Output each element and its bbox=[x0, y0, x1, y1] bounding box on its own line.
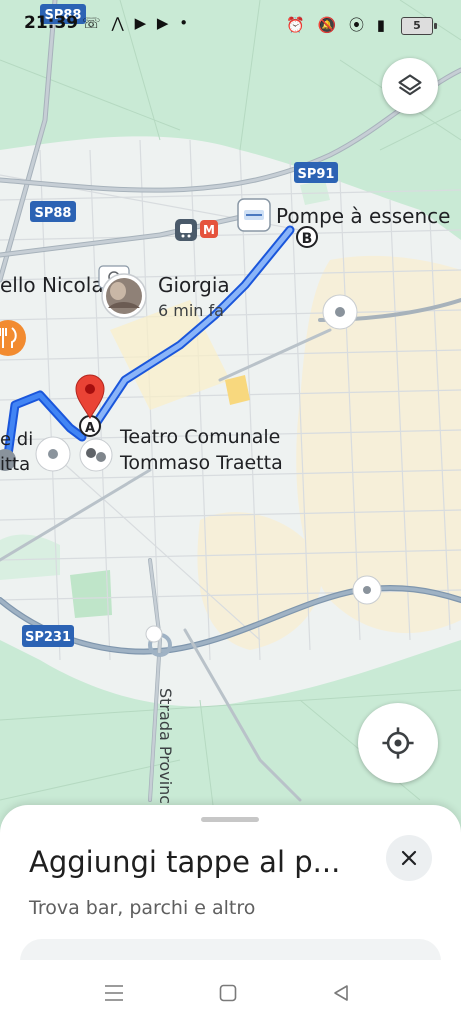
nav-home-button[interactable] bbox=[213, 978, 243, 1008]
theatre-label-line2[interactable]: Tommaso Traetta bbox=[119, 452, 283, 474]
battery-icon: 5 bbox=[401, 17, 437, 35]
layers-button[interactable] bbox=[382, 58, 438, 114]
poi-circle-icon[interactable] bbox=[352, 575, 382, 605]
place-label-partial[interactable]: ello Nicola bbox=[0, 273, 104, 297]
home-icon bbox=[219, 984, 237, 1002]
status-time: 21:39 bbox=[24, 13, 79, 33]
gas-station-pin[interactable] bbox=[237, 198, 271, 232]
svg-text:SP91: SP91 bbox=[298, 167, 335, 182]
my-location-button[interactable] bbox=[358, 703, 438, 783]
layers-icon bbox=[398, 74, 422, 96]
contact-time-label: 6 min fa bbox=[158, 301, 224, 320]
svg-text:M: M bbox=[203, 223, 215, 237]
poi-circle-icon[interactable] bbox=[322, 294, 358, 330]
theatre-label-line1[interactable]: Teatro Comunale bbox=[119, 426, 280, 448]
train-station-icon[interactable] bbox=[175, 219, 197, 241]
poi-circle-icon[interactable] bbox=[35, 436, 71, 472]
status-system-icons: ⏰ 🔕 ⦿ ▮ bbox=[286, 16, 389, 34]
my-location-icon bbox=[382, 727, 414, 759]
back-icon bbox=[334, 985, 348, 1001]
svg-text:A: A bbox=[85, 421, 95, 436]
contact-name-label[interactable]: Giorgia bbox=[158, 273, 230, 297]
status-bar: 21:39 ☏ ⋀ ▶ ▶ • ⏰ 🔕 ⦿ ▮ 5 bbox=[0, 0, 461, 52]
system-nav-bar bbox=[0, 960, 461, 1024]
nav-back-button[interactable] bbox=[326, 978, 356, 1008]
theatre-icon[interactable] bbox=[79, 438, 113, 472]
svg-text:SP231: SP231 bbox=[25, 630, 71, 645]
svg-text:B: B bbox=[302, 231, 313, 247]
place-label-partial-3[interactable]: itta bbox=[0, 454, 30, 475]
sheet-subtitle: Trova bar, parchi e altro bbox=[29, 897, 256, 919]
menu-icon bbox=[105, 985, 123, 1001]
svg-text:SP88: SP88 bbox=[35, 206, 72, 221]
nav-menu-button[interactable] bbox=[99, 978, 129, 1008]
road-shield-sp231: SP231 bbox=[22, 625, 74, 647]
route-end-marker[interactable]: B bbox=[296, 226, 318, 248]
close-icon bbox=[401, 850, 417, 866]
poi-circle-icon[interactable] bbox=[145, 625, 163, 643]
status-notification-icons: ☏ ⋀ ▶ ▶ • bbox=[82, 14, 192, 32]
destination-label[interactable]: Pompe à essence bbox=[276, 204, 450, 228]
sheet-title: Aggiungi tappe al p... bbox=[29, 845, 341, 879]
road-shield-sp88: SP88 bbox=[30, 201, 76, 222]
drag-handle[interactable] bbox=[201, 817, 259, 822]
close-button[interactable] bbox=[386, 835, 432, 881]
road-shield-sp91: SP91 bbox=[294, 162, 338, 183]
metro-icon[interactable]: M bbox=[200, 220, 218, 238]
contact-avatar[interactable] bbox=[101, 273, 147, 319]
route-start-marker[interactable]: A bbox=[79, 415, 101, 437]
road-label-vertical: Strada Provinci bbox=[156, 688, 175, 809]
place-label-partial-2[interactable]: e di bbox=[0, 429, 33, 450]
